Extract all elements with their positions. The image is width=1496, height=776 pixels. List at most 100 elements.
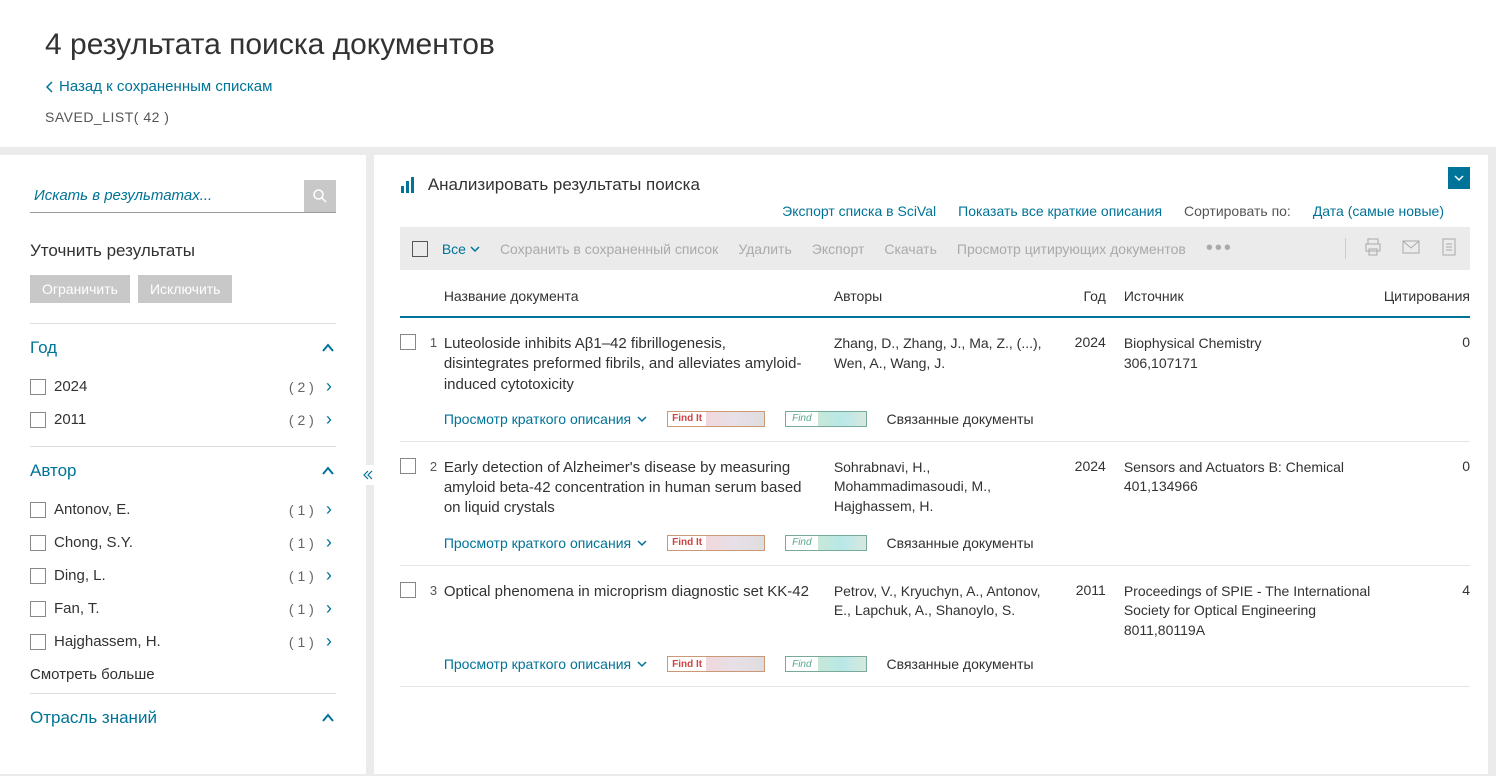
facet-subject-header[interactable]: Отрасль знаний bbox=[30, 708, 336, 728]
column-authors: Авторы bbox=[834, 288, 1064, 304]
refine-title: Уточнить результаты bbox=[30, 241, 336, 261]
document-source[interactable]: Sensors and Actuators B: Chemical401,134… bbox=[1124, 458, 1384, 519]
facet-count: ( 2 ) bbox=[289, 379, 314, 395]
find-badge[interactable]: Find bbox=[785, 656, 866, 672]
column-source: Источник bbox=[1124, 288, 1384, 304]
select-all-checkbox[interactable] bbox=[412, 241, 428, 257]
related-documents-link[interactable]: Связанные документы bbox=[887, 411, 1034, 427]
row-checkbox[interactable] bbox=[400, 582, 416, 598]
facet-row: Antonov, E. ( 1 ) › bbox=[30, 493, 336, 526]
chevron-down-icon bbox=[1454, 173, 1464, 183]
chevron-down-icon bbox=[637, 659, 647, 669]
bulk-actions-bar: Все Сохранить в сохраненный список Удали… bbox=[400, 227, 1470, 270]
checkbox[interactable] bbox=[30, 502, 46, 518]
find-badge[interactable]: Find bbox=[785, 411, 866, 427]
document-authors[interactable]: Sohrabnavi, H., Mohammadimasoudi, M., Ha… bbox=[834, 458, 1064, 519]
find-it-badge[interactable]: Find It bbox=[667, 656, 765, 672]
exclude-button[interactable]: Исключить bbox=[138, 275, 233, 303]
result-row: 1 Luteoloside inhibits Aβ1–42 fibrilloge… bbox=[400, 318, 1470, 442]
related-documents-link[interactable]: Связанные документы bbox=[887, 656, 1034, 672]
related-documents-link[interactable]: Связанные документы bbox=[887, 535, 1034, 551]
search-within-input[interactable] bbox=[30, 179, 304, 212]
document-authors[interactable]: Petrov, V., Kryuchyn, A., Antonov, E., L… bbox=[834, 582, 1064, 641]
facet-subject: Отрасль знаний bbox=[30, 693, 336, 750]
download-action[interactable]: Скачать bbox=[884, 241, 937, 257]
facet-year: Год 2024 ( 2 ) › 2011 ( 2 ) › bbox=[30, 323, 336, 446]
checkbox[interactable] bbox=[30, 379, 46, 395]
checkbox[interactable] bbox=[30, 535, 46, 551]
facet-expand-arrow[interactable]: › bbox=[322, 631, 336, 652]
document-source[interactable]: Proceedings of SPIE - The International … bbox=[1124, 582, 1384, 641]
chevron-up-icon bbox=[320, 710, 336, 726]
row-checkbox[interactable] bbox=[400, 458, 416, 474]
find-it-badge[interactable]: Find It bbox=[667, 535, 765, 551]
sort-by-label: Сортировать по: bbox=[1184, 203, 1291, 219]
save-pdf-button[interactable] bbox=[1440, 238, 1458, 259]
view-abstract-link[interactable]: Просмотр краткого описания bbox=[444, 535, 647, 551]
facet-expand-arrow[interactable]: › bbox=[322, 409, 336, 430]
chevron-up-icon bbox=[320, 340, 336, 356]
back-to-lists-link[interactable]: Назад к сохраненным спискам bbox=[45, 78, 272, 95]
facet-year-header[interactable]: Год bbox=[30, 338, 336, 358]
collapse-sidebar-tab[interactable] bbox=[362, 465, 374, 485]
view-abstract-link[interactable]: Просмотр краткого описания bbox=[444, 411, 647, 427]
checkbox[interactable] bbox=[30, 412, 46, 428]
double-chevron-left-icon bbox=[363, 470, 373, 480]
show-more-authors[interactable]: Смотреть больше bbox=[30, 666, 336, 683]
results-table-header: Название документа Авторы Год Источник Ц… bbox=[400, 270, 1470, 318]
document-citations[interactable]: 4 bbox=[1384, 582, 1470, 641]
facet-expand-arrow[interactable]: › bbox=[322, 565, 336, 586]
select-all-dropdown[interactable]: Все bbox=[442, 241, 480, 257]
bar-chart-icon bbox=[400, 176, 418, 194]
export-icons bbox=[1345, 238, 1458, 259]
facet-count: ( 1 ) bbox=[289, 634, 314, 650]
delete-action[interactable]: Удалить bbox=[738, 241, 791, 257]
limit-button[interactable]: Ограничить bbox=[30, 275, 130, 303]
facet-row: 2024 ( 2 ) › bbox=[30, 370, 336, 403]
export-action[interactable]: Экспорт bbox=[812, 241, 865, 257]
document-citations[interactable]: 0 bbox=[1384, 458, 1470, 519]
document-authors[interactable]: Zhang, D., Zhang, J., Ma, Z., (...), Wen… bbox=[834, 334, 1064, 395]
view-citing-action[interactable]: Просмотр цитирующих документов bbox=[957, 241, 1186, 257]
column-year: Год bbox=[1064, 288, 1124, 304]
facet-expand-arrow[interactable]: › bbox=[322, 499, 336, 520]
facet-label: Fan, T. bbox=[54, 600, 289, 617]
checkbox[interactable] bbox=[30, 568, 46, 584]
checkbox[interactable] bbox=[30, 634, 46, 650]
sort-dropdown-toggle[interactable] bbox=[1448, 167, 1470, 189]
document-year: 2024 bbox=[1064, 458, 1124, 519]
email-button[interactable] bbox=[1402, 238, 1420, 259]
row-checkbox[interactable] bbox=[400, 334, 416, 350]
facet-expand-arrow[interactable]: › bbox=[322, 598, 336, 619]
facet-expand-arrow[interactable]: › bbox=[322, 376, 336, 397]
print-button[interactable] bbox=[1364, 238, 1382, 259]
results-topbar: Экспорт списка в SciVal Показать все кра… bbox=[400, 203, 1470, 219]
checkbox[interactable] bbox=[30, 601, 46, 617]
facet-author-header[interactable]: Автор bbox=[30, 461, 336, 481]
document-source[interactable]: Biophysical Chemistry306,107171 bbox=[1124, 334, 1384, 395]
analyze-row[interactable]: Анализировать результаты поиска bbox=[400, 175, 1470, 195]
document-title[interactable]: Early detection of Alzheimer's disease b… bbox=[444, 458, 834, 519]
facet-row: Hajghassem, H. ( 1 ) › bbox=[30, 625, 336, 658]
document-title[interactable]: Optical phenomena in microprism diagnost… bbox=[444, 582, 834, 641]
facet-count: ( 2 ) bbox=[289, 412, 314, 428]
show-all-abstracts-link[interactable]: Показать все краткие описания bbox=[958, 203, 1162, 219]
find-it-badge[interactable]: Find It bbox=[667, 411, 765, 427]
document-citations[interactable]: 0 bbox=[1384, 334, 1470, 395]
facet-label: Antonov, E. bbox=[54, 501, 289, 518]
document-title[interactable]: Luteoloside inhibits Aβ1–42 fibrillogene… bbox=[444, 334, 834, 395]
view-abstract-link[interactable]: Просмотр краткого описания bbox=[444, 656, 647, 672]
sort-value[interactable]: Дата (самые новые) bbox=[1313, 203, 1444, 219]
results-panel: Анализировать результаты поиска Экспорт … bbox=[374, 155, 1488, 774]
saved-list-name: SAVED_LIST( 42 ) bbox=[45, 109, 1451, 125]
facet-expand-arrow[interactable]: › bbox=[322, 532, 336, 553]
row-number: 1 bbox=[430, 334, 437, 350]
page-title: 4 результата поиска документов bbox=[45, 28, 1451, 62]
more-actions[interactable]: ••• bbox=[1206, 237, 1233, 260]
export-scival-link[interactable]: Экспорт списка в SciVal bbox=[782, 203, 936, 219]
search-within-button[interactable] bbox=[304, 180, 336, 212]
analyze-label: Анализировать результаты поиска bbox=[428, 175, 700, 195]
save-to-list-action[interactable]: Сохранить в сохраненный список bbox=[500, 241, 718, 257]
find-badge[interactable]: Find bbox=[785, 535, 866, 551]
chevron-up-icon bbox=[320, 463, 336, 479]
